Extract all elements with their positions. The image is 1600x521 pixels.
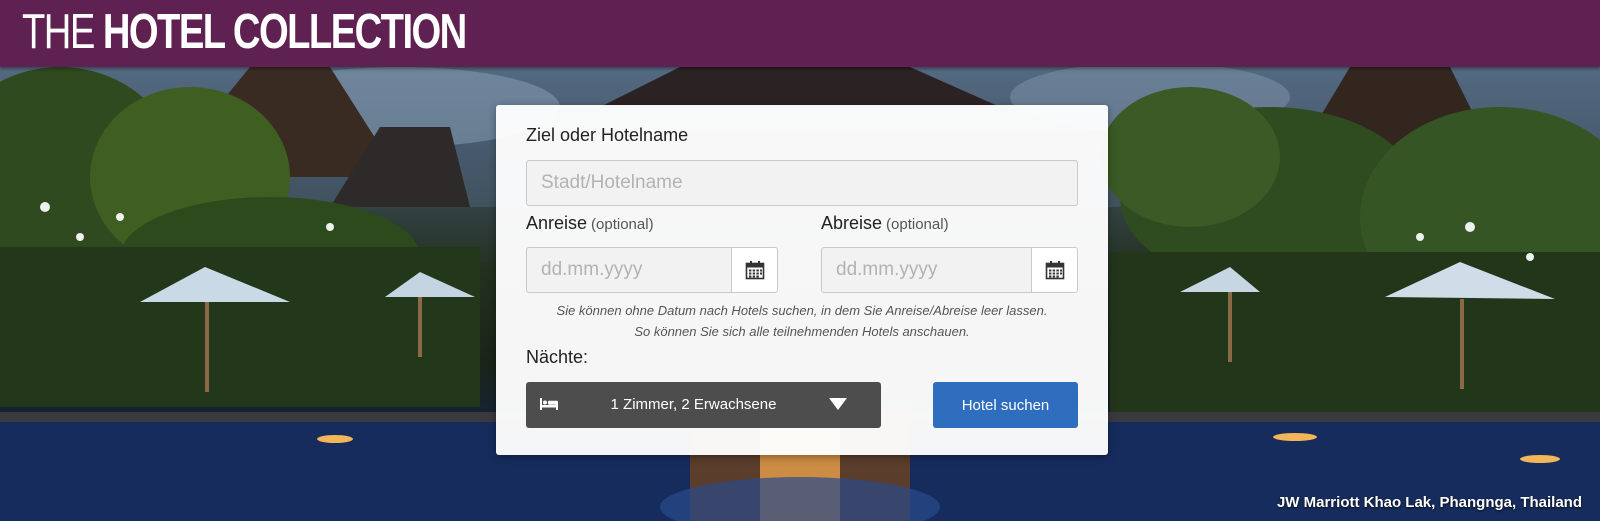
checkin-label: Anreise (optional)	[526, 213, 654, 234]
site-header: THE HOTEL COLLECTION	[0, 0, 1600, 67]
checkout-label: Abreise (optional)	[821, 213, 949, 234]
checkin-label-text: Anreise	[526, 213, 588, 233]
chevron-down-icon	[829, 398, 847, 410]
rooms-guests-dropdown[interactable]: 1 Zimmer, 2 Erwachsene	[526, 382, 881, 428]
nights-label: Nächte:	[526, 347, 589, 367]
checkin-field	[526, 247, 778, 293]
checkout-field	[821, 247, 1078, 293]
checkin-optional-text: (optional)	[591, 216, 654, 233]
rooms-guests-value: 1 Zimmer, 2 Erwachsene	[610, 396, 777, 413]
calendar-icon	[745, 261, 764, 280]
site-logo[interactable]: THE HOTEL COLLECTION	[22, 2, 467, 62]
checkout-label-text: Abreise	[821, 213, 883, 233]
checkin-date-input[interactable]	[527, 248, 733, 292]
date-hint-line-1: Sie können ohne Datum nach Hotels suchen…	[556, 303, 1048, 318]
date-hint-line-2: So können Sie sich alle teilnehmenden Ho…	[634, 324, 970, 339]
destination-input[interactable]	[526, 160, 1078, 206]
hotel-search-form: Ziel oder Hotelname Anreise(optional) Ab…	[496, 105, 1108, 455]
logo-text-thin: THE	[22, 5, 95, 59]
checkout-optional-text: (optional)	[886, 216, 949, 233]
destination-label: Ziel oder Hotelname	[526, 125, 689, 145]
checkout-calendar-button[interactable]	[1031, 248, 1077, 292]
calendar-icon	[1045, 261, 1064, 280]
hero-caption: JW Marriott Khao Lak, Phangnga, Thailand	[1276, 494, 1582, 511]
hotel-search-button[interactable]: Hotel suchen	[933, 382, 1078, 428]
date-hint: Sie können ohne Datum nach Hotels suchen…	[496, 300, 1108, 342]
checkin-calendar-button[interactable]	[731, 248, 777, 292]
checkout-date-input[interactable]	[822, 248, 1033, 292]
logo-text-bold: HOTEL COLLECTION	[102, 5, 467, 59]
